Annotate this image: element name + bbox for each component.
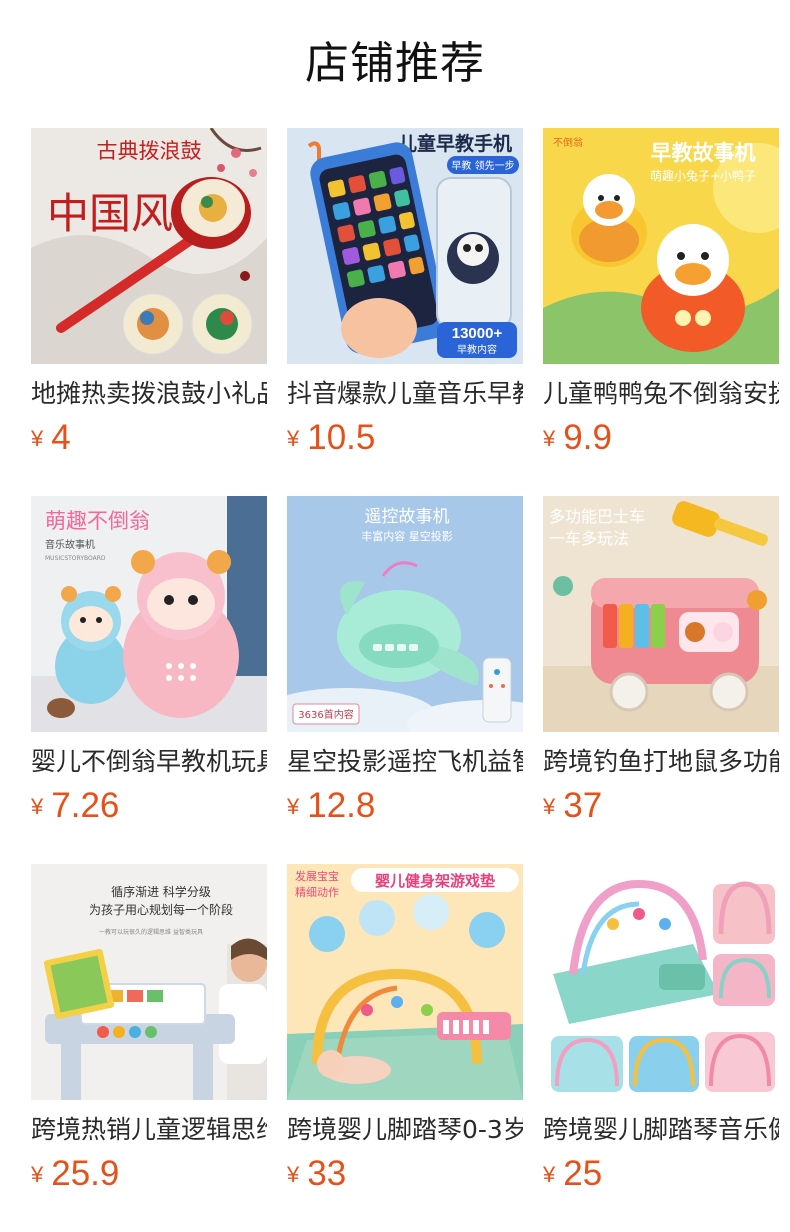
- product-price: ¥12.8: [287, 786, 375, 826]
- currency-symbol: ¥: [31, 1162, 44, 1187]
- svg-text:循序渐进 科学分级: 循序渐进 科学分级: [111, 884, 211, 899]
- product-name[interactable]: 跨境婴儿脚踏琴音乐健身架: [543, 1114, 779, 1146]
- svg-text:MUSICSTORYBOARD: MUSICSTORYBOARD: [45, 555, 106, 562]
- svg-text:萌趣小兔子+小鸭子: 萌趣小兔子+小鸭子: [650, 168, 756, 183]
- price-value: 33: [307, 1154, 347, 1193]
- product-price: ¥9.9: [543, 418, 612, 458]
- product-name[interactable]: 地摊热卖拨浪鼓小礼品: [31, 378, 267, 410]
- product-price: ¥25: [543, 1154, 602, 1194]
- currency-symbol: ¥: [31, 426, 44, 451]
- svg-text:发展宝宝: 发展宝宝: [295, 869, 339, 883]
- product-name[interactable]: 星空投影遥控飞机益智玩具: [287, 746, 523, 778]
- svg-text:儿童早教手机: 儿童早教手机: [397, 132, 512, 155]
- product-price: ¥7.26: [31, 786, 119, 826]
- rattle-drum-image[interactable]: 古典拨浪鼓 中国风: [31, 128, 267, 364]
- svg-text:不倒翁: 不倒翁: [553, 136, 583, 149]
- svg-text:3636首内容: 3636首内容: [298, 708, 353, 721]
- airplane-projector-image[interactable]: 遥控故事机 丰富内容 星空投影 3636首内容: [287, 496, 523, 732]
- svg-text:早教内容: 早教内容: [457, 343, 497, 356]
- product-price: ¥37: [543, 786, 602, 826]
- svg-text:音乐故事机: 音乐故事机: [45, 538, 95, 551]
- product-name[interactable]: 抖音爆款儿童音乐早教手机: [287, 378, 523, 410]
- price-value: 4: [51, 418, 71, 457]
- product-price: ¥33: [287, 1154, 346, 1194]
- product-price: ¥10.5: [287, 418, 375, 458]
- svg-text:早教故事机: 早教故事机: [651, 141, 756, 165]
- product-price: ¥4: [31, 418, 71, 458]
- currency-symbol: ¥: [287, 794, 300, 819]
- price-value: 37: [563, 786, 603, 825]
- svg-text:一车多玩法: 一车多玩法: [549, 529, 629, 548]
- svg-text:遥控故事机: 遥控故事机: [365, 507, 450, 527]
- svg-text:一教可以玩很久的逻辑思维 益智类玩具: 一教可以玩很久的逻辑思维 益智类玩具: [99, 928, 203, 936]
- price-value: 25: [563, 1154, 603, 1193]
- price-value: 12.8: [307, 786, 376, 825]
- svg-text:萌趣不倒翁: 萌趣不倒翁: [45, 509, 150, 533]
- svg-text:婴儿健身架游戏垫: 婴儿健身架游戏垫: [375, 872, 495, 890]
- product-price: ¥25.9: [31, 1154, 119, 1194]
- product-name[interactable]: 跨境钓鱼打地鼠多功能巴士车: [543, 746, 779, 778]
- toy-phone-image[interactable]: 儿童早教手机 早教 领先一步 13000+ 早教内容: [287, 128, 523, 364]
- product-name[interactable]: 跨境婴儿脚踏琴0-3岁健身架: [287, 1114, 523, 1146]
- price-value: 10.5: [307, 418, 376, 457]
- toy-bus-image[interactable]: 多功能巴士车 一车多玩法: [543, 496, 779, 732]
- currency-symbol: ¥: [543, 794, 556, 819]
- duck-tumbler-image[interactable]: 不倒翁 早教故事机 萌趣小兔子+小鸭子: [543, 128, 779, 364]
- svg-text:早教 领先一步: 早教 领先一步: [451, 159, 514, 172]
- svg-text:为孩子用心规划每一个阶段: 为孩子用心规划每一个阶段: [89, 902, 233, 917]
- svg-text:丰富内容 星空投影: 丰富内容 星空投影: [361, 529, 453, 543]
- product-name[interactable]: 儿童鸭鸭兔不倒翁安抚玩具: [543, 378, 779, 410]
- learning-desk-image[interactable]: 循序渐进 科学分级 为孩子用心规划每一个阶段 一教可以玩很久的逻辑思维 益智类玩…: [31, 864, 267, 1100]
- svg-text:精细动作: 精细动作: [295, 886, 339, 899]
- section-title: 店铺推荐: [305, 38, 485, 89]
- currency-symbol: ¥: [31, 794, 44, 819]
- tumbler-doll-image[interactable]: 萌趣不倒翁 音乐故事机 MUSICSTORYBOARD: [31, 496, 267, 732]
- svg-text:古典拨浪鼓: 古典拨浪鼓: [97, 139, 202, 163]
- currency-symbol: ¥: [287, 426, 300, 451]
- svg-text:13000+: 13000+: [452, 325, 503, 342]
- piano-gym-set-image[interactable]: [543, 864, 779, 1100]
- play-gym-mat-image[interactable]: 发展宝宝 精细动作 婴儿健身架游戏垫: [287, 864, 523, 1100]
- product-name[interactable]: 婴儿不倒翁早教机玩具: [31, 746, 267, 778]
- currency-symbol: ¥: [543, 1162, 556, 1187]
- price-value: 7.26: [51, 786, 120, 825]
- currency-symbol: ¥: [287, 1162, 300, 1187]
- svg-text:中国风: 中国风: [47, 189, 173, 238]
- price-value: 25.9: [51, 1154, 120, 1193]
- price-value: 9.9: [563, 418, 612, 457]
- svg-text:多功能巴士车: 多功能巴士车: [549, 507, 645, 526]
- product-name[interactable]: 跨境热销儿童逻辑思维训练: [31, 1114, 267, 1146]
- currency-symbol: ¥: [543, 426, 556, 451]
